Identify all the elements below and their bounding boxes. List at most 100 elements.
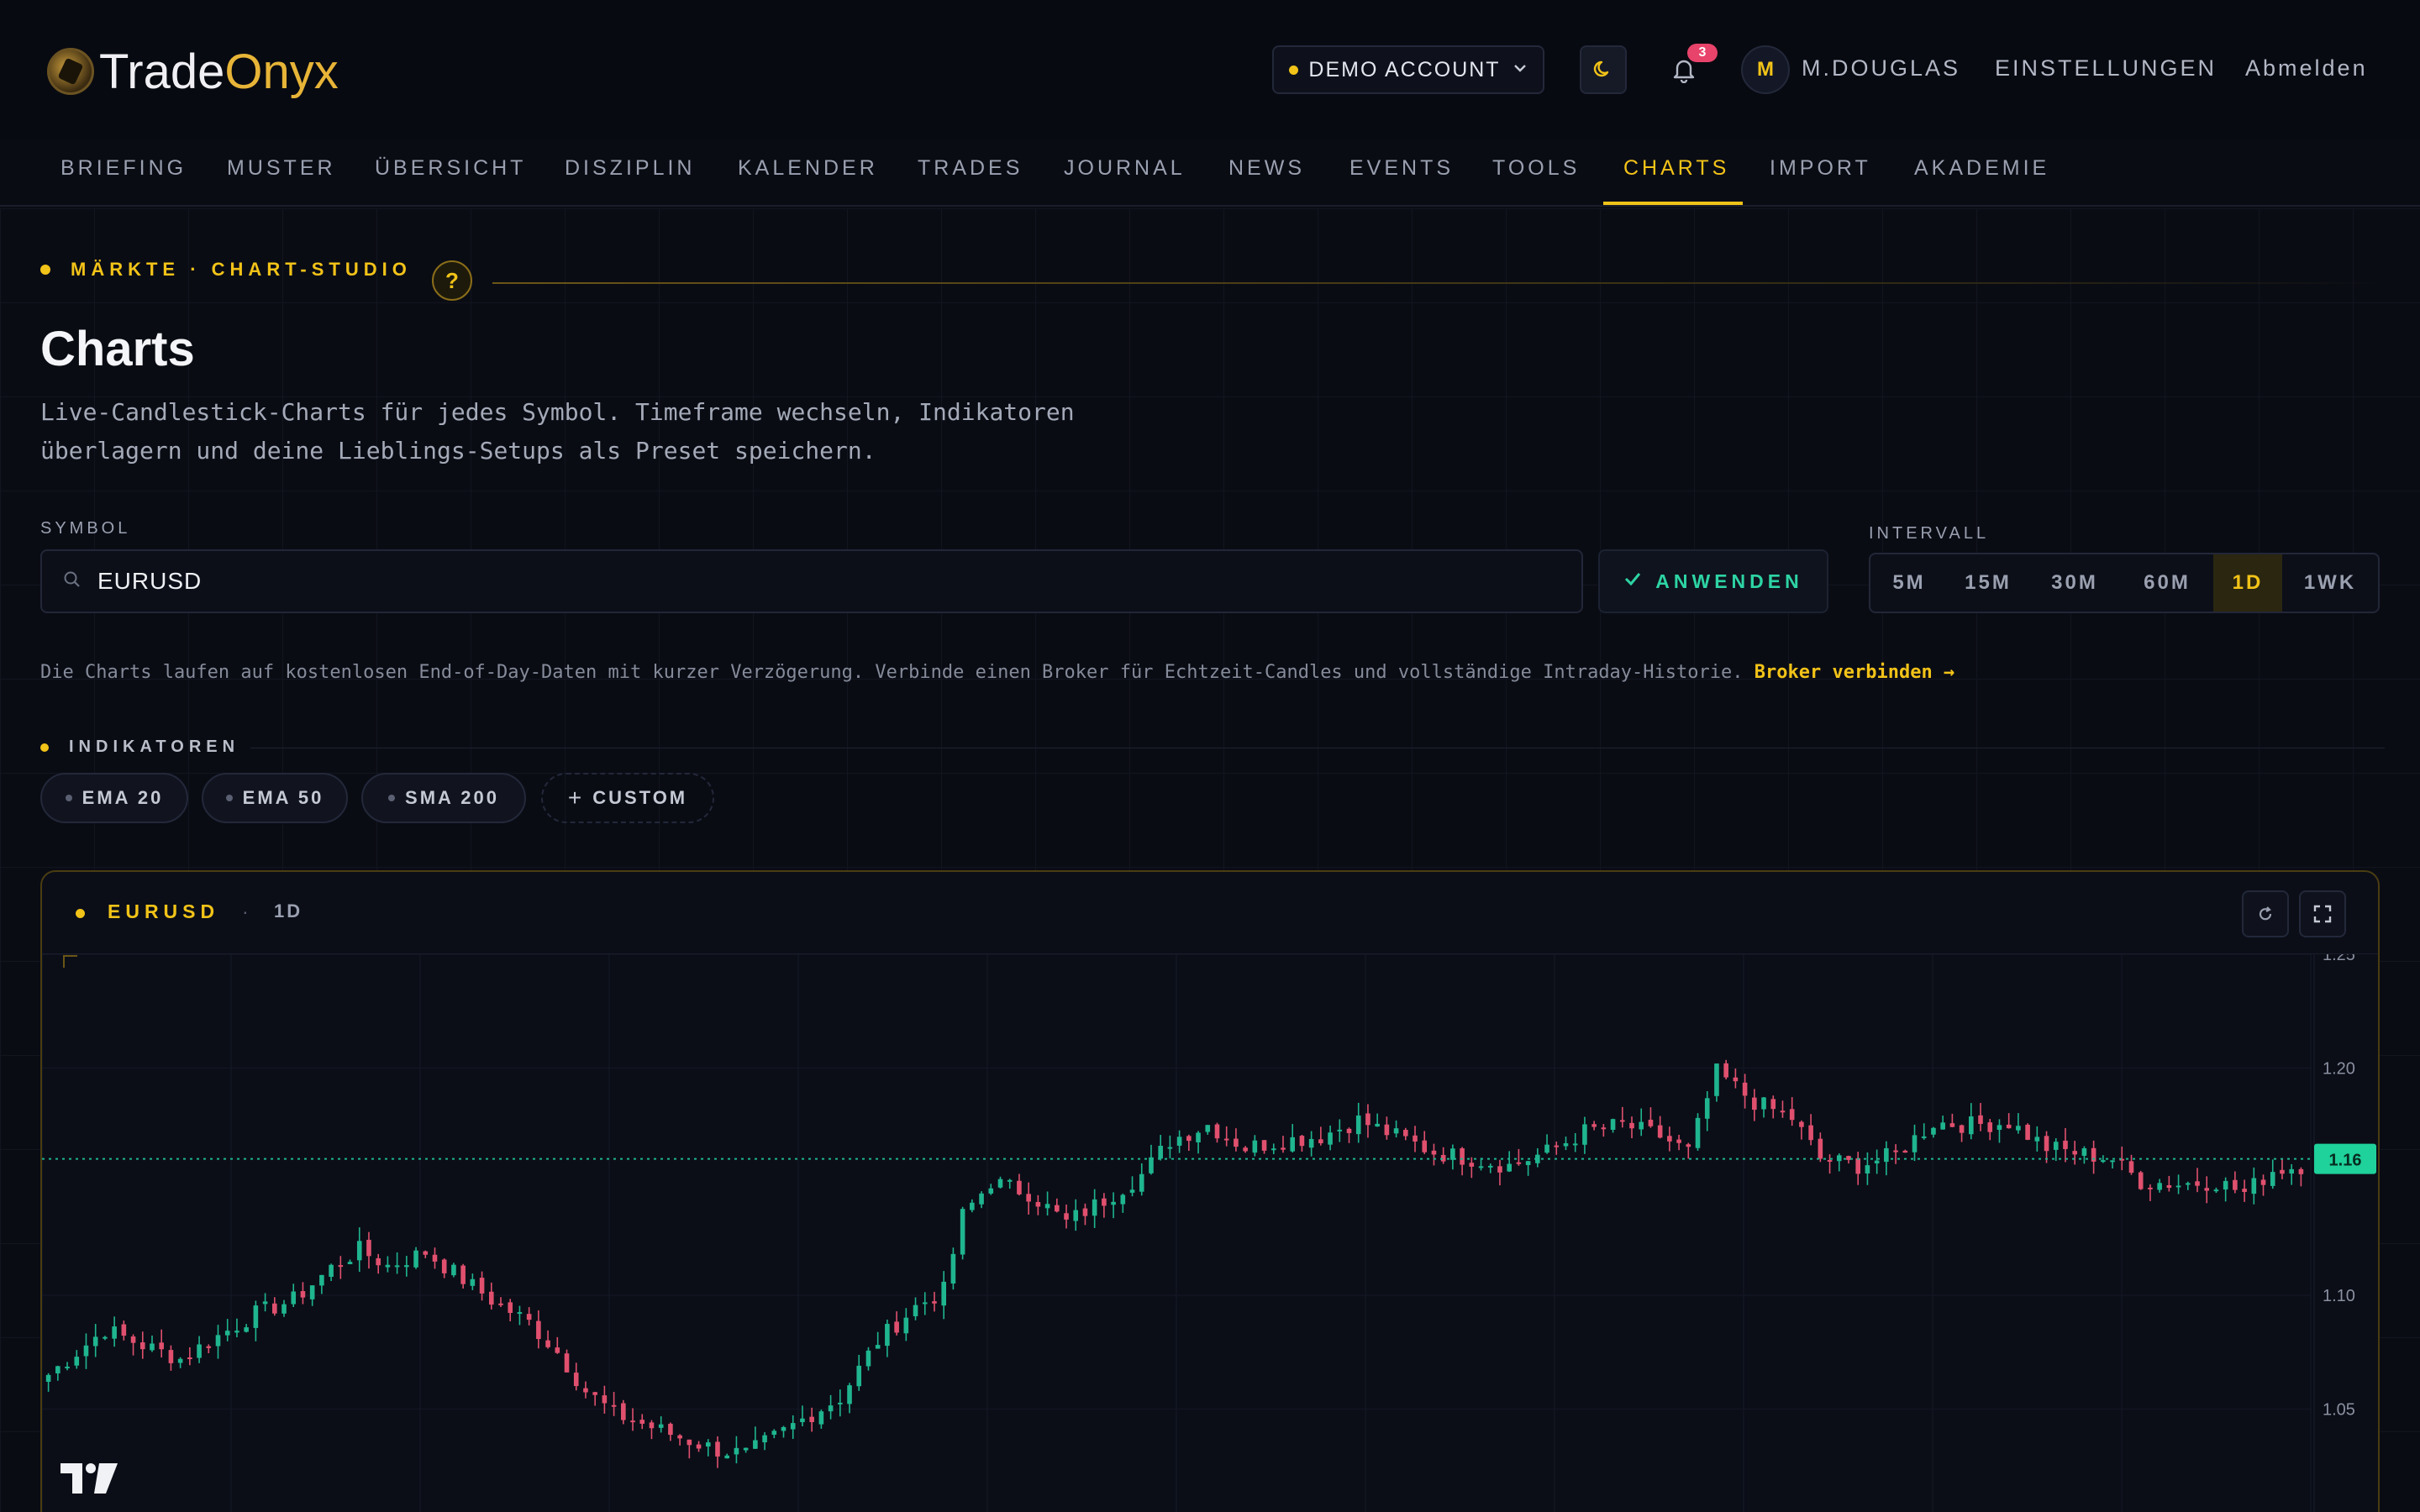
candle-body	[1469, 1163, 1475, 1167]
nav-item-import[interactable]: IMPORT	[1770, 156, 1871, 207]
candle-body	[2289, 1168, 2294, 1174]
candle-body	[1120, 1194, 1126, 1205]
candle-body	[2138, 1172, 2144, 1189]
candle-body	[2081, 1148, 2087, 1156]
candle-body	[1667, 1136, 1672, 1142]
avatar[interactable]: M	[1741, 45, 1790, 94]
app-logo[interactable]: TradeOnyx	[47, 42, 339, 101]
candle-body	[1525, 1161, 1531, 1165]
nav-item-briefing[interactable]: BRIEFING	[60, 156, 187, 207]
nav-item-trades[interactable]: TRADES	[918, 156, 1023, 207]
nav-item-journal[interactable]: JOURNAL	[1064, 156, 1186, 207]
candlestick-chart[interactable]: 1.251.201.161.101.051.00	[42, 954, 2380, 1512]
chip-dot	[388, 795, 396, 801]
candle-body	[423, 1251, 429, 1255]
candle-body	[1478, 1166, 1484, 1168]
candle-body	[2185, 1183, 2191, 1185]
nav-item-disziplin[interactable]: DISZIPLIN	[565, 156, 695, 207]
candle-body	[753, 1440, 758, 1449]
candle-body	[592, 1392, 597, 1395]
page-description: Live-Candlestick-Charts für jedes Symbol…	[40, 393, 1234, 470]
candle-body	[2166, 1184, 2172, 1189]
logo-text-primary: Trade	[99, 44, 225, 99]
candle-body	[215, 1335, 221, 1347]
add-custom-indicator-button[interactable]: + CUSTOM	[541, 773, 714, 823]
candle-body	[1572, 1143, 1578, 1146]
fullscreen-button[interactable]	[2299, 890, 2346, 937]
apply-button[interactable]: ANWENDEN	[1598, 549, 1828, 613]
indicator-chip-ema50[interactable]: EMA 50	[202, 773, 348, 823]
candle-body	[564, 1353, 570, 1373]
username-link[interactable]: M.DOUGLAS	[1802, 55, 1960, 81]
candle-body	[1507, 1163, 1512, 1172]
candle-body	[206, 1346, 212, 1348]
interval-option-60m[interactable]: 60M	[2121, 554, 2213, 612]
interval-option-1wk[interactable]: 1WK	[2282, 554, 2378, 612]
candle-body	[2006, 1124, 2012, 1129]
candle-body	[715, 1441, 720, 1457]
candle-body	[103, 1336, 108, 1339]
interval-option-5m[interactable]: 5M	[1870, 554, 1948, 612]
candle-body	[875, 1345, 881, 1349]
nav-active-indicator	[1603, 202, 1743, 205]
nav-item-uebersicht[interactable]: ÜBERSICHT	[375, 156, 526, 207]
y-tick-label: 1.05	[2323, 1400, 2355, 1419]
candle-body	[1686, 1144, 1691, 1147]
candle-body	[536, 1320, 541, 1340]
candle-body	[319, 1274, 324, 1286]
section-eyebrow: MÄRKTE · CHART-STUDIO	[40, 259, 412, 281]
candle-body	[1874, 1160, 1880, 1164]
theme-toggle-button[interactable]	[1580, 45, 1627, 94]
nav-item-news[interactable]: NEWS	[1228, 156, 1305, 207]
candle-body	[2260, 1179, 2266, 1185]
candle-body	[394, 1265, 400, 1268]
candle-body	[790, 1423, 796, 1430]
interval-option-15m[interactable]: 15M	[1948, 554, 2028, 612]
candle-body	[281, 1304, 287, 1314]
interval-option-1d[interactable]: 1D	[2213, 554, 2282, 612]
candle-body	[1582, 1124, 1587, 1145]
candle-body	[1487, 1165, 1493, 1168]
plus-icon: +	[567, 785, 585, 811]
candle-body	[1996, 1125, 2002, 1131]
logo-text-accent: Onyx	[224, 44, 339, 99]
candle-body	[224, 1331, 230, 1336]
settings-link[interactable]: EINSTELLUNGEN	[1995, 55, 2217, 81]
candle-body	[1270, 1148, 1276, 1151]
candle-body	[1733, 1077, 1739, 1082]
tradingview-logo-icon[interactable]	[59, 1460, 119, 1497]
nav-item-events[interactable]: EVENTS	[1349, 156, 1454, 207]
symbol-input-wrapper[interactable]	[40, 549, 1583, 613]
connect-broker-link[interactable]: Broker verbinden →	[1754, 662, 1954, 683]
account-status-dot	[1289, 65, 1299, 75]
candle-body	[2016, 1126, 2021, 1131]
logout-link[interactable]: Abmelden	[2245, 55, 2368, 81]
eyebrow-divider	[492, 282, 2386, 284]
candle-body	[865, 1350, 871, 1367]
candle-body	[309, 1285, 315, 1299]
nav-item-tools[interactable]: TOOLS	[1492, 156, 1580, 207]
candle-body	[291, 1291, 297, 1305]
candle-body	[2128, 1161, 2134, 1173]
nav-item-charts[interactable]: CHARTS	[1623, 156, 1729, 207]
candle-body	[2242, 1189, 2247, 1193]
symbol-input[interactable]	[97, 568, 1526, 595]
candle-body	[1893, 1150, 1898, 1152]
interval-option-30m[interactable]: 30M	[2028, 554, 2121, 612]
help-button[interactable]: ?	[432, 260, 472, 301]
nav-item-kalender[interactable]: KALENDER	[738, 156, 878, 207]
notifications-button[interactable]: 3	[1664, 44, 1718, 89]
indicator-chip-ema20[interactable]: EMA 20	[40, 773, 188, 823]
candle-body	[818, 1411, 824, 1425]
nav-item-akademie[interactable]: AKADEMIE	[1914, 156, 2049, 207]
candle-body	[262, 1301, 268, 1305]
nav-item-muster[interactable]: MUSTER	[227, 156, 336, 207]
candle-body	[1610, 1119, 1616, 1130]
candle-body	[441, 1259, 447, 1273]
account-switcher[interactable]: DEMO ACCOUNT	[1272, 45, 1544, 94]
refresh-chart-button[interactable]	[2242, 890, 2289, 937]
indicator-chip-sma200[interactable]: SMA 200	[361, 773, 526, 823]
candle-body	[187, 1357, 192, 1359]
candle-body	[1337, 1129, 1343, 1131]
check-icon	[1623, 570, 1642, 594]
